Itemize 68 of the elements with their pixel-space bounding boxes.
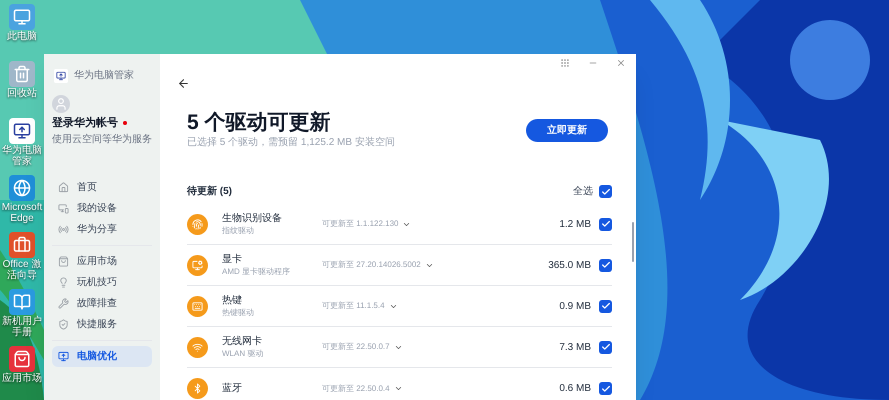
account-name[interactable]: 登录华为帐号 xyxy=(52,115,118,132)
desktop-icon-label: 应用市场 xyxy=(2,373,42,384)
sidebar-item[interactable]: 首页 xyxy=(52,176,152,198)
checkbox[interactable] xyxy=(599,185,612,198)
checkbox[interactable] xyxy=(599,300,612,312)
chip-icon xyxy=(187,254,208,276)
scrollbar[interactable] xyxy=(632,222,634,262)
briefcase-icon[interactable] xyxy=(9,232,35,258)
keyboard-icon xyxy=(187,296,208,316)
app-name: 华为电脑管家 xyxy=(74,68,134,83)
sidebar-item[interactable]: 我的设备 xyxy=(52,198,152,218)
page-title: 5 个驱动可更新 xyxy=(187,110,332,136)
sidebar-item[interactable]: 华为分享 xyxy=(52,218,152,240)
checkbox[interactable] xyxy=(599,258,612,272)
desktop-icon-label: Office 激活向导 xyxy=(2,259,42,281)
app-logo-icon xyxy=(54,68,68,82)
lightbulb-icon xyxy=(58,276,69,288)
book-icon[interactable] xyxy=(9,289,35,315)
desktop-icon-label: 华为电脑管家 xyxy=(1,145,43,167)
grid-icon[interactable] xyxy=(560,58,570,68)
monitor-icon[interactable] xyxy=(9,4,35,30)
driver-size: 0.6 MB xyxy=(559,382,591,396)
page-subtitle: 已选择 5 个驱动，需预留 1,125.2 MB 安装空间 xyxy=(187,136,395,150)
home-icon xyxy=(58,182,69,192)
driver-name: 生物识别设备 xyxy=(222,212,283,225)
signal-icon xyxy=(58,224,69,234)
driver-size: 0.9 MB xyxy=(559,300,591,314)
sidebar-item[interactable]: 玩机技巧 xyxy=(52,272,152,292)
checkbox[interactable] xyxy=(599,218,612,230)
wifi-icon xyxy=(187,336,208,358)
driver-name: 无线网卡 xyxy=(222,335,263,348)
desktop-icon-label: 新机用户手册 xyxy=(1,316,43,338)
app-icon[interactable] xyxy=(9,118,35,144)
driver-name: 热键 xyxy=(222,294,243,307)
driver-name: 显卡 xyxy=(222,253,243,266)
sidebar-item[interactable]: 应用市场 xyxy=(52,250,152,272)
wrench-icon xyxy=(58,298,69,308)
back-icon[interactable] xyxy=(177,77,190,90)
desktop-icon-label: 回收站 xyxy=(7,88,37,99)
update-button[interactable]: 立即更新 xyxy=(526,118,608,142)
bag-icon[interactable] xyxy=(9,346,35,372)
account-hint: 使用云空间等华为服务 xyxy=(52,132,152,146)
chevron-icon xyxy=(394,384,403,393)
shield-icon xyxy=(58,318,69,330)
bag-icon xyxy=(58,256,69,266)
driver-description: 指纹驱动 xyxy=(222,225,255,236)
driver-description: WLAN 驱动 xyxy=(222,348,264,359)
fingerprint-icon xyxy=(187,214,208,234)
section-heading: 待更新 (5) xyxy=(187,184,232,199)
close-icon[interactable] xyxy=(616,58,626,68)
driver-description: 热键驱动 xyxy=(222,307,255,318)
driver-size: 365.0 MB xyxy=(548,258,591,272)
driver-size: 1.2 MB xyxy=(559,218,591,232)
sidebar-item[interactable]: 故障排查 xyxy=(52,292,152,314)
sidebar-item[interactable]: 快捷服务 xyxy=(52,314,152,334)
driver-description: AMD 显卡驱动程序 xyxy=(222,266,291,277)
driver-size: 7.3 MB xyxy=(559,340,591,354)
desktop-icon-label: Microsoft Edge xyxy=(0,202,44,224)
checkbox[interactable] xyxy=(599,340,612,354)
desktop-icon-label: 此电脑 xyxy=(7,31,37,42)
driver-name: 蓝牙 xyxy=(222,382,243,395)
checkbox[interactable] xyxy=(599,382,612,395)
select-all-label: 全选 xyxy=(573,184,593,199)
devices-icon xyxy=(58,202,69,214)
monitor-icon xyxy=(58,350,69,362)
sidebar-item[interactable]: 电脑优化 xyxy=(52,346,152,366)
globe-icon[interactable] xyxy=(9,175,35,201)
trash-icon[interactable] xyxy=(9,61,35,87)
